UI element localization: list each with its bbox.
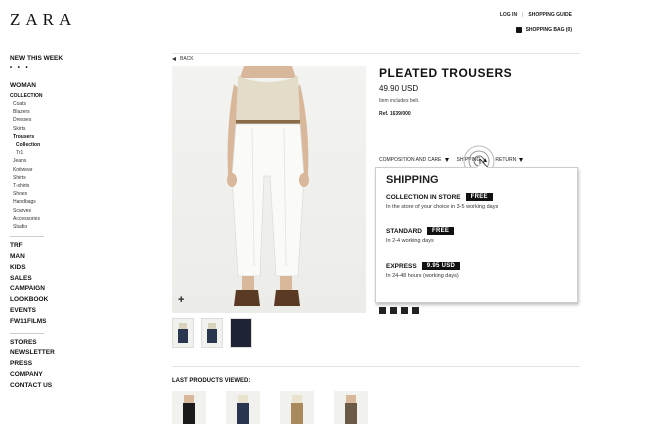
sidebar-item-accessories[interactable]: Accessories — [10, 215, 76, 223]
tab-return-label: RETURN — [495, 157, 517, 163]
facebook-icon[interactable] — [379, 307, 386, 314]
chevron-down-icon — [444, 158, 449, 162]
thumbnail-image — [178, 323, 188, 343]
separator: | — [522, 12, 524, 18]
sidebar-item-blazers[interactable]: Blazers — [10, 108, 76, 116]
thumbnail-2[interactable] — [201, 318, 223, 348]
shopping-bag-label: SHOPPING BAG (0) — [525, 27, 572, 33]
shipping-option-express: EXPRESS 9.95 USD In 24-48 hours (working… — [386, 262, 461, 279]
product-photo[interactable] — [172, 66, 366, 313]
content-divider — [172, 53, 580, 54]
shipping-option-desc: In the store of your choice in 3-5 worki… — [386, 204, 499, 210]
sidebar-item-knitwear[interactable]: Knitwear — [10, 166, 76, 174]
sidebar-item-collection[interactable]: Collection — [10, 141, 76, 149]
sidebar-lookbook[interactable]: LOOKBOOK — [10, 295, 76, 306]
shipping-option-badge: 9.95 USD — [421, 262, 461, 270]
sidebar-item-jeans[interactable]: Jeans — [10, 157, 76, 165]
back-arrow-icon — [172, 57, 176, 61]
back-link[interactable]: BACK — [172, 56, 194, 62]
thumbnail-3[interactable] — [230, 318, 252, 348]
last-product-1[interactable] — [172, 391, 206, 424]
sidebar-item-skirts[interactable]: Skirts — [10, 125, 76, 133]
sidebar-item-coats[interactable]: Coats — [10, 100, 76, 108]
shipping-option-badge: FREE — [465, 193, 493, 201]
content-divider-bottom — [172, 366, 580, 367]
shipping-option-badge: FREE — [427, 227, 455, 235]
shipping-popup-title: SHIPPING — [386, 174, 439, 186]
sidebar-woman[interactable]: WOMAN — [10, 81, 76, 91]
last-product-image — [291, 395, 303, 424]
shipping-option-store: COLLECTION IN STORE FREE In the store of… — [386, 193, 498, 210]
tab-composition-label: COMPOSITION AND CARE — [379, 157, 442, 163]
last-product-3[interactable] — [280, 391, 314, 424]
sidebar-item-scarves[interactable]: Scarves — [10, 207, 76, 215]
last-product-4[interactable] — [334, 391, 368, 424]
login-link[interactable]: LOG IN — [500, 12, 517, 18]
sidebar-sales[interactable]: SALES — [10, 274, 76, 285]
sidebar-fw11films[interactable]: FW11FILMS — [10, 317, 76, 328]
sidebar-item-shirts[interactable]: Shirts — [10, 174, 76, 182]
sidebar-item-handbags[interactable]: Handbags — [10, 198, 76, 206]
sidebar-trf[interactable]: TRF — [10, 241, 76, 252]
last-product-image — [183, 395, 195, 424]
sidebar-item-tshirts[interactable]: T-shirts — [10, 182, 76, 190]
last-product-2[interactable] — [226, 391, 260, 424]
shopping-guide-link[interactable]: SHOPPING GUIDE — [528, 12, 572, 18]
email-icon[interactable] — [401, 307, 408, 314]
top-links: LOG IN | SHOPPING GUIDE — [500, 12, 572, 18]
shopping-bag-icon — [515, 27, 522, 33]
tab-return[interactable]: RETURN — [495, 157, 524, 163]
shipping-option-standard: STANDARD FREE In 2-4 working days — [386, 227, 455, 244]
sidebar-man[interactable]: MAN — [10, 252, 76, 263]
shipping-option-name: EXPRESS — [386, 262, 417, 270]
share-icons — [379, 307, 419, 314]
tab-composition[interactable]: COMPOSITION AND CARE — [379, 157, 449, 163]
last-product-image — [237, 395, 249, 424]
sidebar-company[interactable]: COMPANY — [10, 370, 76, 381]
model-illustration — [227, 66, 309, 306]
sidebar-divider-2 — [10, 332, 44, 334]
shipping-option-name: COLLECTION IN STORE — [386, 193, 461, 201]
sidebar-stores[interactable]: STORES — [10, 338, 76, 349]
zoom-button[interactable]: + — [178, 294, 184, 306]
sidebar-campaign[interactable]: CAMPAIGN — [10, 284, 76, 295]
sidebar-dots: • • • — [10, 65, 30, 71]
sidebar-newsletter[interactable]: NEWSLETTER — [10, 348, 76, 359]
sidebar-collection[interactable]: COLLECTION — [10, 92, 76, 100]
sidebar-item-trousers[interactable]: Trousers — [10, 133, 76, 141]
twitter-icon[interactable] — [390, 307, 397, 314]
thumbnail-image — [207, 323, 217, 343]
last-products-title: LAST PRODUCTS VIEWED: — [172, 378, 251, 384]
sidebar-nav: NEW THIS WEEK • • • WOMAN COLLECTION Coa… — [10, 54, 76, 392]
last-product-image — [345, 395, 357, 424]
info-tabs: COMPOSITION AND CARE SHIPPING RETURN — [379, 157, 524, 163]
zara-logo[interactable]: ZARA — [10, 10, 76, 30]
shopping-bag-link[interactable]: SHOPPING BAG (0) — [515, 27, 572, 33]
product-note: Item includes belt. — [379, 98, 420, 104]
sidebar-divider — [10, 236, 44, 238]
sidebar-press[interactable]: PRESS — [10, 359, 76, 370]
product-ref: Ref. 1639/000 — [379, 111, 411, 117]
sidebar-kids[interactable]: KIDS — [10, 263, 76, 274]
sidebar-item-dresses[interactable]: Dresses — [10, 116, 76, 124]
shipping-popup: SHIPPING COLLECTION IN STORE FREE In the… — [375, 162, 578, 303]
sidebar-item-tr1[interactable]: Tr1 — [10, 149, 76, 157]
shipping-option-desc: In 2-4 working days — [386, 238, 434, 244]
thumbnail-1[interactable] — [172, 318, 194, 348]
sidebar-item-shoes[interactable]: Shoes — [10, 190, 76, 198]
sidebar-contact-us[interactable]: CONTACT US — [10, 381, 76, 392]
product-title: PLEATED TROUSERS — [379, 66, 513, 80]
shipping-option-name: STANDARD — [386, 227, 422, 235]
shipping-option-desc: In 24-48 hours (working days) — [386, 273, 459, 279]
back-label: BACK — [180, 56, 194, 62]
chevron-down-icon — [519, 158, 524, 162]
sidebar-item-studio[interactable]: Studio — [10, 223, 76, 231]
print-icon[interactable] — [412, 307, 419, 314]
product-price: 49.90 USD — [379, 84, 419, 93]
sidebar-new-this-week[interactable]: NEW THIS WEEK — [10, 54, 76, 64]
sidebar-events[interactable]: EVENTS — [10, 306, 76, 317]
